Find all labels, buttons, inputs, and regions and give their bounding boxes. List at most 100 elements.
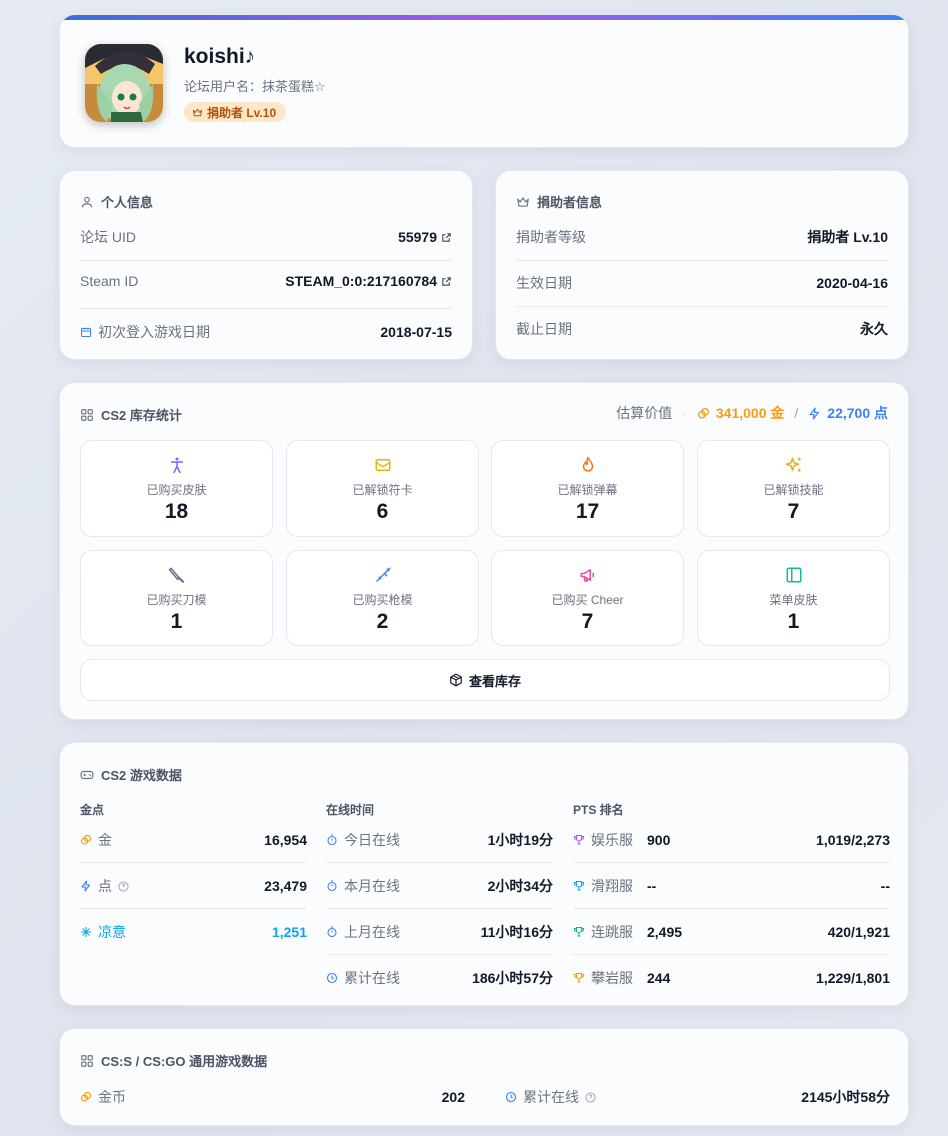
- stat-value: 7: [698, 500, 889, 524]
- column-header-online: 在线时间: [326, 801, 374, 818]
- donor-info-title-text: 捐助者信息: [537, 192, 602, 211]
- pts-row: 攀岩服 244 1,229/1,801: [573, 968, 890, 988]
- first-login-row: 初次登入游戏日期 2018-07-15: [80, 322, 452, 342]
- csgo-online-value: 2145小时58分: [801, 1087, 890, 1107]
- cool-label-wrap: 凉意: [80, 922, 126, 942]
- coins-icon: [697, 407, 710, 420]
- gold-total: 341,000 金: [716, 403, 785, 423]
- panel-icon: [785, 566, 803, 584]
- divider: [80, 908, 307, 909]
- dot-separator: ·: [682, 405, 687, 421]
- sparkles-icon: [785, 456, 803, 474]
- donor-info-title: 捐助者信息: [516, 192, 602, 211]
- stat-label: 已购买枪模: [287, 591, 478, 608]
- trophy-icon: [573, 926, 585, 938]
- stat-cheer[interactable]: 已购买 Cheer 7: [491, 550, 684, 646]
- stat-guns[interactable]: 已购买枪模 2: [286, 550, 479, 646]
- stat-skills[interactable]: 已解锁技能 7: [697, 440, 890, 537]
- month-online-row: 本月在线 2小时34分: [326, 876, 553, 896]
- stat-label: 已购买 Cheer: [492, 591, 683, 608]
- cool-row: 凉意 1,251: [80, 922, 307, 942]
- first-login-label-wrap: 初次登入游戏日期: [80, 322, 210, 342]
- divider: [80, 260, 452, 261]
- csgo-data-card: CS:S / CS:GO 通用游戏数据 金币 202 累计在线 2145小时58…: [59, 1028, 909, 1126]
- first-login-value: 2018-07-15: [380, 324, 452, 340]
- pts-row: 滑翔服 -- --: [573, 876, 890, 896]
- cool-label: 凉意: [98, 922, 126, 942]
- uid-row: 论坛 UID 55979: [80, 227, 452, 247]
- stat-knives[interactable]: 已购买刀模 1: [80, 550, 273, 646]
- package-icon: [449, 673, 463, 687]
- uid-label: 论坛 UID: [80, 227, 136, 247]
- column-header-gold: 金点: [80, 801, 104, 818]
- help-circle-icon[interactable]: [585, 1092, 596, 1103]
- game-data-card: CS2 游戏数据 金点 在线时间 PTS 排名 金 16,954 点 23,47…: [59, 742, 909, 1006]
- steam-value: STEAM_0:0:217160784: [285, 273, 437, 289]
- gold-row: 金 16,954: [80, 830, 307, 850]
- pts-score: 2,495: [647, 924, 682, 940]
- pts-server-wrap: 攀岩服: [573, 968, 643, 988]
- avatar[interactable]: [85, 44, 163, 122]
- stat-label: 已购买刀模: [81, 591, 272, 608]
- divider: [326, 954, 553, 955]
- divider: [326, 908, 553, 909]
- pts-row: 连跳服 2,495 420/1,921: [573, 922, 890, 942]
- end-date-label: 截止日期: [516, 319, 572, 339]
- csgo-title-text: CS:S / CS:GO 通用游戏数据: [101, 1051, 267, 1070]
- pts-score: 244: [647, 970, 670, 986]
- stat-danmaku[interactable]: 已解锁弹幕 17: [491, 440, 684, 537]
- coin-label-wrap: 金币: [80, 1087, 126, 1107]
- stat-skins[interactable]: 已购买皮肤 18: [80, 440, 273, 537]
- donor-level-value: 捐助者 Lv.10: [807, 227, 888, 247]
- stat-value: 6: [287, 500, 478, 524]
- pts-score: 900: [647, 832, 670, 848]
- uid-value-link[interactable]: 55979: [398, 229, 452, 245]
- pts-rank: 1,019/2,273: [816, 832, 890, 848]
- card-icon: [374, 456, 392, 474]
- total-label: 累计在线: [344, 968, 400, 988]
- calendar-icon: [80, 326, 92, 338]
- clock-icon: [326, 972, 338, 984]
- pts-rank: 420/1,921: [828, 924, 890, 940]
- stat-menu-skins[interactable]: 菜单皮肤 1: [697, 550, 890, 646]
- timer-icon: [326, 880, 338, 892]
- month-value: 2小时34分: [488, 876, 553, 896]
- person-icon: [168, 456, 186, 474]
- donor-level-row: 捐助者等级 捐助者 Lv.10: [516, 227, 888, 247]
- trophy-icon: [573, 880, 585, 892]
- csgo-online-row: 累计在线 2145小时58分: [505, 1087, 890, 1107]
- trophy-icon: [573, 834, 585, 846]
- pts-rank: 1,229/1,801: [816, 970, 890, 986]
- crown-icon: [516, 195, 530, 209]
- total-online-row: 累计在线 186小时57分: [326, 968, 553, 988]
- csgo-online-label-wrap: 累计在线: [505, 1087, 596, 1107]
- csgo-online-label: 累计在线: [523, 1087, 579, 1107]
- user-icon: [80, 195, 94, 209]
- today-label-wrap: 今日在线: [326, 830, 400, 850]
- external-link-icon: [441, 276, 452, 287]
- bolt-icon: [808, 407, 821, 420]
- trophy-icon: [573, 972, 585, 984]
- stat-cards[interactable]: 已解锁符卡 6: [286, 440, 479, 537]
- snowflake-icon: [80, 926, 92, 938]
- first-login-label: 初次登入游戏日期: [98, 322, 210, 342]
- steam-label: Steam ID: [80, 273, 138, 289]
- pts-server-wrap: 娱乐服: [573, 830, 643, 850]
- external-link-icon: [441, 232, 452, 243]
- inventory-card: CS2 库存统计 估算价值 · 341,000 金 / 22,700 点 已购买…: [59, 382, 909, 720]
- lastmonth-online-row: 上月在线 11小时16分: [326, 922, 553, 942]
- help-circle-icon[interactable]: [118, 881, 129, 892]
- gradient-bar: [60, 15, 908, 20]
- game-data-title-text: CS2 游戏数据: [101, 765, 182, 784]
- view-inventory-button[interactable]: 查看库存: [80, 659, 890, 701]
- divider: [516, 260, 888, 261]
- csgo-title: CS:S / CS:GO 通用游戏数据: [80, 1051, 267, 1070]
- steam-value-link[interactable]: STEAM_0:0:217160784: [285, 273, 452, 289]
- pts-server: 攀岩服: [591, 968, 633, 988]
- personal-info-title: 个人信息: [80, 192, 153, 211]
- display-name: koishi♪: [184, 45, 255, 69]
- divider: [80, 308, 452, 309]
- slash: /: [794, 405, 798, 421]
- coins-icon: [80, 834, 92, 846]
- point-label-wrap: 点: [80, 876, 129, 896]
